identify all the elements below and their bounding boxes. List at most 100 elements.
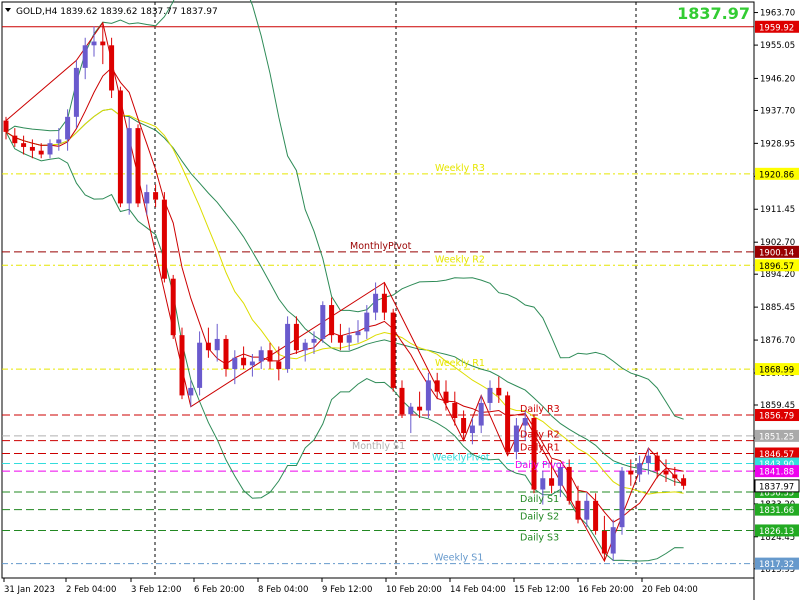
time-tick-label: 20 Feb 04:00 xyxy=(642,585,698,595)
candle-body xyxy=(566,466,572,501)
candle-body xyxy=(232,357,238,370)
price-tag-label: 1856.79 xyxy=(759,412,794,422)
time-tick-label: 8 Feb 04:00 xyxy=(258,585,308,595)
candle-body xyxy=(619,470,625,528)
candle-body xyxy=(311,338,317,343)
candle-body xyxy=(170,278,176,336)
candle-body xyxy=(293,323,299,351)
candle-body xyxy=(205,342,211,351)
level-label: Daily S3 xyxy=(520,532,559,543)
price-tag-label: 1868.99 xyxy=(759,366,794,376)
candle-body xyxy=(425,380,431,411)
price-tag-label: 1826.13 xyxy=(759,527,794,537)
candle-body xyxy=(637,463,643,475)
candle-body xyxy=(373,293,379,313)
level-label: Weekly S1 xyxy=(434,553,483,564)
price-tag-label: 1896.57 xyxy=(759,262,794,272)
level-label: WeeklyPivot xyxy=(432,453,490,464)
price-tag-label: 1920.86 xyxy=(759,170,794,180)
candle-body xyxy=(337,335,343,343)
candle-body xyxy=(487,387,493,403)
candle-body xyxy=(302,342,308,351)
candle-body xyxy=(197,342,203,388)
candle-body xyxy=(29,146,35,151)
level-label: Daily R3 xyxy=(520,404,560,415)
candle-body xyxy=(549,478,555,486)
candle-body xyxy=(109,45,115,91)
candle-body xyxy=(223,338,229,370)
price-tag-label: 1900.14 xyxy=(759,248,794,258)
candle-body xyxy=(276,361,282,370)
price-tick-label: 1928.95 xyxy=(760,139,795,149)
candle-body xyxy=(144,192,150,204)
candle-body xyxy=(12,135,18,144)
current-price-display: 1837.97 xyxy=(677,4,750,23)
candle-body xyxy=(117,90,123,204)
level-label: Weekly R1 xyxy=(435,358,485,369)
candle-body xyxy=(47,143,53,155)
price-tick-label: 1955.05 xyxy=(760,41,795,51)
candle-body xyxy=(329,305,335,336)
candle-body xyxy=(443,391,449,403)
candle-body xyxy=(188,387,194,396)
level-label: Daily S1 xyxy=(520,494,559,505)
candle-body xyxy=(38,150,44,155)
candle-body xyxy=(408,406,414,415)
level-label: Weekly R2 xyxy=(435,254,485,265)
price-tag-label: 1817.32 xyxy=(759,560,794,570)
candle-body xyxy=(267,350,273,362)
candle-body xyxy=(390,312,396,388)
chart: Weekly R3 MonthlyPivot Weekly R2 Weekly R1 D… xyxy=(0,0,800,600)
candle-body xyxy=(417,406,423,411)
candle-body xyxy=(241,357,247,366)
time-tick-label: 9 Feb 12:00 xyxy=(322,585,372,595)
candle-body xyxy=(100,41,106,46)
candle-body xyxy=(478,402,484,426)
candle-body xyxy=(672,474,678,479)
time-tick-label: 14 Feb 04:00 xyxy=(450,585,506,595)
level-label: Daily S2 xyxy=(520,512,559,523)
candle-body xyxy=(601,530,607,554)
candle-body xyxy=(540,478,546,490)
candle-body xyxy=(434,380,440,392)
candle-body xyxy=(364,312,370,332)
candle-body xyxy=(126,128,132,204)
candle-body xyxy=(214,338,220,351)
candle-body xyxy=(513,425,519,452)
candle-body xyxy=(21,143,27,147)
candle-body xyxy=(135,128,141,204)
candle-body xyxy=(91,41,97,46)
candle-body xyxy=(355,331,361,336)
candle-body xyxy=(3,120,9,132)
candle-body xyxy=(285,323,291,370)
candle-body xyxy=(65,116,71,140)
price-tick-label: 1946.20 xyxy=(760,74,795,84)
time-tick-label: 16 Feb 20:00 xyxy=(578,585,634,595)
candle-body xyxy=(161,199,167,279)
candle-body xyxy=(179,335,185,396)
candle-body xyxy=(610,527,616,554)
price-tag-label: 1831.66 xyxy=(759,506,794,516)
candle-body xyxy=(73,67,79,117)
candle-body xyxy=(381,293,387,313)
candle-body xyxy=(654,455,660,471)
candle-body xyxy=(258,350,264,362)
chart-canvas: Weekly R3 MonthlyPivot Weekly R2 Weekly R1 D… xyxy=(1,0,800,600)
level-label: Daily R1 xyxy=(520,443,560,454)
price-tick-label: 1876.70 xyxy=(760,336,795,346)
candle-body xyxy=(82,45,88,68)
candle-body xyxy=(461,418,467,434)
candle-body xyxy=(249,361,255,366)
candle-body xyxy=(575,500,581,520)
time-tick-label: 15 Feb 12:00 xyxy=(514,585,570,595)
level-label: Weekly R3 xyxy=(435,163,485,174)
price-tag-label: 1841.88 xyxy=(759,468,794,478)
candle-body xyxy=(628,470,634,475)
candle-body xyxy=(469,425,475,434)
candle-body xyxy=(320,305,326,339)
candle-body xyxy=(496,387,502,396)
candle-body xyxy=(452,402,458,418)
candle-body xyxy=(663,470,669,475)
time-tick-label: 6 Feb 20:00 xyxy=(194,585,244,595)
price-tag-label: 1851.25 xyxy=(759,432,794,442)
